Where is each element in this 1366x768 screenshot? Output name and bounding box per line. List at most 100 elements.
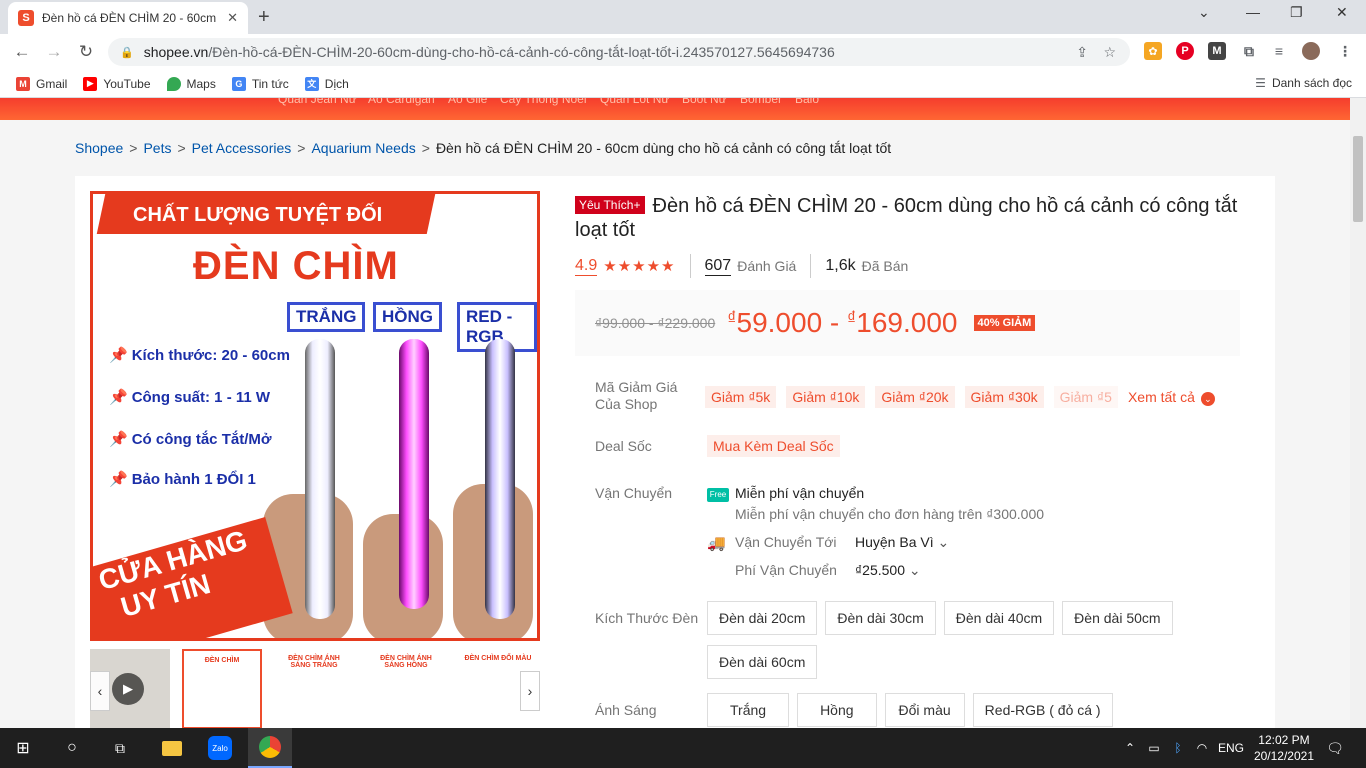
light-option[interactable]: Đổi màu	[884, 693, 965, 727]
minimize-icon[interactable]: —	[1246, 4, 1260, 20]
voucher-chip[interactable]: Giảm ₫20k	[875, 386, 955, 408]
rgb-tube-image	[485, 339, 515, 619]
reload-icon[interactable]: ↻	[70, 42, 102, 62]
back-icon[interactable]: ←	[6, 42, 38, 62]
keyword-link[interactable]: Áo Cardigan	[368, 98, 435, 106]
thumbnail-item[interactable]: ĐÈN CHÌM ÁNH SÁNG TRẮNG	[274, 649, 354, 728]
reading-list[interactable]: ☰ Danh sách đọc	[1255, 76, 1352, 90]
bookmark-youtube[interactable]: ▶ YouTube	[83, 76, 151, 91]
size-option[interactable]: Đèn dài 50cm	[1062, 601, 1173, 635]
browser-tab[interactable]: S Đèn hồ cá ĐÈN CHÌM 20 - 60cm ✕	[8, 2, 248, 34]
chrome-taskbar-icon[interactable]	[248, 728, 292, 768]
search-icon[interactable]: ○	[50, 728, 94, 768]
keyword-link[interactable]: Áo Gile	[448, 98, 487, 106]
restore-icon[interactable]: ❐	[1290, 4, 1303, 21]
color-tag-white: TRẮNG	[287, 302, 366, 332]
extension-m-icon[interactable]: M	[1208, 42, 1226, 60]
pin-icon: 📌	[109, 389, 128, 406]
tab-strip: S Đèn hồ cá ĐÈN CHÌM 20 - 60cm ✕ + ⌄ — ❐…	[0, 0, 1366, 34]
breadcrumb-pet-accessories[interactable]: Pet Accessories	[192, 140, 292, 156]
new-tab-icon[interactable]: +	[258, 6, 270, 29]
voucher-chip[interactable]: Giảm ₫5k	[705, 386, 777, 408]
voucher-chip[interactable]: Giảm ₫10k	[786, 386, 866, 408]
voucher-chip[interactable]: Giảm ₫30k	[964, 386, 1044, 408]
extension-icon[interactable]: ✿	[1144, 42, 1162, 60]
price-low: 59.000	[736, 307, 823, 338]
battery-icon[interactable]: ▭	[1144, 728, 1164, 768]
review-count[interactable]: 607	[704, 257, 732, 276]
thumbnail-prev-icon[interactable]: ‹	[90, 671, 110, 711]
bookmark-gmail[interactable]: M Gmail	[16, 76, 67, 91]
pinterest-icon[interactable]: P	[1176, 42, 1194, 60]
wifi-icon[interactable]: ◠	[1192, 728, 1212, 768]
bookmark-star-icon[interactable]: ☆	[1103, 44, 1116, 61]
ship-fee-label: Phí Vận Chuyển	[735, 562, 837, 578]
bookmark-news[interactable]: G Tin tức	[231, 76, 289, 91]
extensions-puzzle-icon[interactable]: ⧉	[1240, 42, 1258, 60]
notifications-icon[interactable]: 🗨	[1320, 728, 1350, 768]
file-explorer-icon[interactable]	[150, 728, 194, 768]
image-banner-text: CHẤT LƯỢNG TUYỆT ĐỐI	[133, 204, 383, 226]
keyword-link[interactable]: Quần Lót Nữ	[600, 98, 669, 106]
keyword-link[interactable]: Bomber	[740, 98, 782, 106]
bookmark-translate[interactable]: 文 Dịch	[304, 76, 349, 91]
bluetooth-icon[interactable]: ᛒ	[1168, 728, 1188, 768]
forward-icon[interactable]: →	[38, 42, 70, 62]
close-tab-icon[interactable]: ✕	[227, 10, 238, 26]
share-icon[interactable]: ⇪	[1076, 44, 1088, 61]
ship-fee-select[interactable]: ₫25.500 ⌄	[855, 562, 921, 579]
task-view-icon[interactable]: ⧉	[98, 728, 142, 768]
keyword-link[interactable]: Boot Nữ	[682, 98, 727, 106]
keyword-link[interactable]: Cây Thông Noel	[500, 98, 587, 106]
menu-kebab-icon[interactable]: ⋮	[1336, 42, 1354, 60]
scrollbar-thumb[interactable]	[1353, 136, 1363, 222]
keyword-link[interactable]: Quần Jean Nữ	[278, 98, 357, 106]
thumbnail-item[interactable]: ĐÈN CHÌM ÁNH SÁNG HỒNG	[366, 649, 446, 728]
zalo-icon[interactable]: Zalo	[198, 728, 242, 768]
deal-label: Deal Sốc	[595, 438, 652, 454]
price-high: 169.000	[856, 307, 958, 338]
ship-to-select[interactable]: Huyện Ba Vì ⌄	[855, 534, 949, 552]
rating-value[interactable]: 4.9	[575, 257, 598, 276]
sold-label: Đã Bán	[861, 258, 909, 274]
sold-count: 1,6k	[825, 257, 856, 274]
media-queue-icon[interactable]: ≡	[1270, 42, 1288, 60]
thumbnail-next-icon[interactable]: ›	[520, 671, 540, 711]
windows-start-icon[interactable]: ⊞	[0, 728, 46, 768]
light-option[interactable]: Trắng	[707, 693, 790, 727]
size-option[interactable]: Đèn dài 20cm	[707, 601, 818, 635]
light-option[interactable]: Hồng	[797, 693, 877, 727]
size-option[interactable]: Đèn dài 60cm	[707, 645, 818, 679]
page-scrollbar[interactable]	[1350, 98, 1366, 728]
product-main-image[interactable]: CHẤT LƯỢNG TUYỆT ĐỐI ĐÈN CHÌM TRẮNG HỒNG…	[90, 191, 540, 641]
discount-badge: 40% GIẢM	[973, 315, 1036, 331]
breadcrumb: Shopee > Pets > Pet Accessories > Aquarium Nee…	[75, 140, 891, 156]
tab-search-icon[interactable]: ⌄	[1198, 4, 1210, 21]
size-option[interactable]: Đèn dài 40cm	[943, 601, 1055, 635]
windows-taskbar: ⊞ ○ ⧉ Zalo ⌃ ▭ ᛒ ◠ ENG 12:02 PM 20/12/20…	[0, 728, 1366, 768]
size-options: Đèn dài 20cm Đèn dài 30cm Đèn dài 40cm Đèn …	[707, 601, 1207, 689]
breadcrumb-aquarium-needs[interactable]: Aquarium Needs	[311, 140, 415, 156]
language-indicator[interactable]: ENG	[1216, 728, 1246, 768]
thumbnail-item[interactable]: ĐÈN CHÌM	[182, 649, 262, 728]
voucher-chip[interactable]: Giảm ₫5	[1053, 386, 1118, 408]
feature-switch: 📌 Có công tắc Tắt/Mở	[109, 430, 272, 448]
size-option[interactable]: Đèn dài 30cm	[825, 601, 936, 635]
rating-stars-icon: ★★★★★	[603, 258, 676, 275]
keyword-link[interactable]: Balo	[795, 98, 819, 106]
taskbar-clock[interactable]: 12:02 PM 20/12/2021	[1254, 732, 1314, 764]
voucher-row: Mã Giảm Giá Của Shop Giảm ₫5k Giảm ₫10k Gi…	[595, 379, 1215, 413]
play-icon[interactable]: ▶	[112, 673, 144, 705]
tray-chevron-up-icon[interactable]: ⌃	[1120, 728, 1140, 768]
breadcrumb-pets[interactable]: Pets	[143, 140, 171, 156]
breadcrumb-shopee[interactable]: Shopee	[75, 140, 123, 156]
address-bar[interactable]: 🔒 shopee.vn /Đèn-hồ-cá-ĐÈN-CHÌM-20-60cm-…	[108, 38, 1130, 66]
profile-avatar[interactable]	[1302, 42, 1320, 60]
bookmark-maps[interactable]: Maps	[166, 76, 216, 91]
see-all-vouchers[interactable]: Xem tất cả ⌄	[1128, 389, 1215, 406]
chevron-right-icon: >	[129, 140, 138, 156]
light-option[interactable]: Red-RGB ( đỏ cá )	[972, 693, 1113, 727]
deal-chip[interactable]: Mua Kèm Deal Sốc	[707, 435, 840, 457]
window-close-icon[interactable]: ✕	[1336, 4, 1348, 21]
